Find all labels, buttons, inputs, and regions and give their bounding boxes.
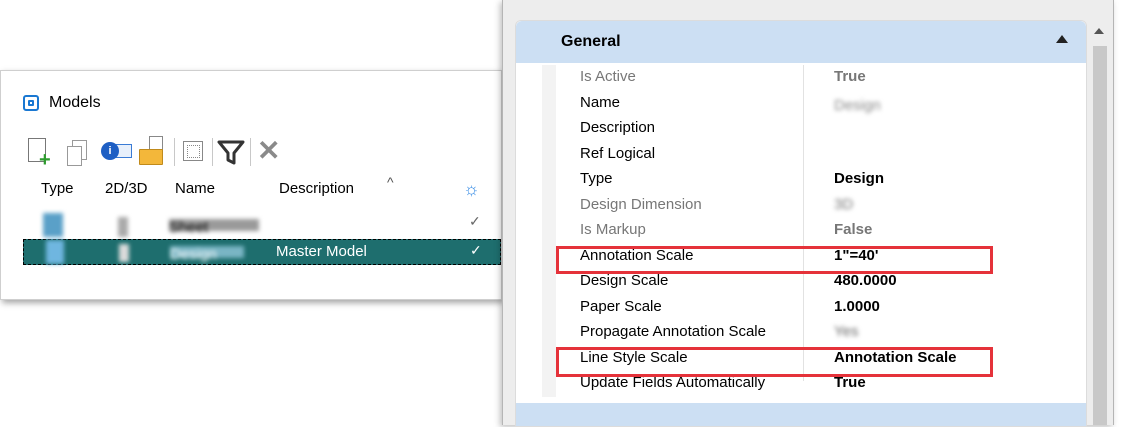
property-row-name[interactable]: Name Design bbox=[542, 90, 1086, 117]
dimension-icon bbox=[119, 244, 129, 262]
model-name: Design bbox=[170, 246, 244, 263]
import-model-button[interactable] bbox=[137, 134, 175, 168]
delete-icon: ✕ bbox=[257, 135, 281, 166]
sheet-type-icon bbox=[43, 213, 63, 237]
scroll-thumb[interactable] bbox=[1093, 46, 1107, 425]
model-row-selected[interactable]: Design Master Model ✓ bbox=[23, 239, 501, 265]
design-type-icon bbox=[46, 240, 64, 264]
property-row-type[interactable]: Type Design bbox=[542, 167, 1086, 193]
folder-icon bbox=[139, 149, 163, 165]
models-dialog: Models + i ✕ Type 2D/3D Name Description… bbox=[0, 70, 502, 300]
copy-model-button[interactable] bbox=[61, 134, 97, 168]
model-description: Master Model bbox=[276, 243, 367, 260]
scroll-up-icon[interactable] bbox=[1094, 28, 1104, 34]
property-row-description[interactable]: Description bbox=[542, 116, 1086, 142]
active-column-icon[interactable]: ☼ bbox=[463, 179, 480, 200]
info-icon: i bbox=[101, 142, 119, 160]
column-2d3d[interactable]: 2D/3D bbox=[105, 180, 148, 197]
vertical-scrollbar[interactable] bbox=[1089, 20, 1111, 425]
new-model-button[interactable]: + bbox=[23, 134, 59, 171]
models-window-icon bbox=[23, 95, 39, 111]
dimension-icon bbox=[118, 217, 128, 237]
property-row-ref-logical[interactable]: Ref Logical bbox=[542, 141, 1086, 168]
model-properties-button[interactable]: i bbox=[99, 134, 135, 168]
property-row-is-markup[interactable]: Is Markup False bbox=[542, 218, 1086, 244]
plus-icon: + bbox=[39, 149, 51, 171]
filter-button[interactable] bbox=[213, 134, 251, 168]
models-toolbar: + i ✕ bbox=[23, 133, 289, 171]
model-row[interactable]: Sheet ✓ bbox=[23, 211, 501, 239]
filter-icon bbox=[217, 140, 245, 165]
property-row-paper-scale[interactable]: Paper Scale 1.0000 bbox=[542, 294, 1086, 321]
column-type[interactable]: Type bbox=[41, 180, 74, 197]
collapse-icon[interactable] bbox=[1056, 35, 1068, 43]
property-row-propagate-annotation-scale[interactable]: Propagate Annotation Scale Yes bbox=[542, 320, 1086, 346]
models-title: Models bbox=[49, 94, 101, 111]
sort-ascending-icon: ^ bbox=[387, 174, 394, 190]
models-title-bar: Models bbox=[23, 91, 101, 115]
select-model-button[interactable] bbox=[175, 134, 213, 168]
active-check-icon: ✓ bbox=[470, 242, 482, 258]
active-check-icon: ✓ bbox=[469, 213, 481, 229]
model-name: Sheet bbox=[169, 219, 259, 236]
property-row-is-active[interactable]: Is Active True bbox=[542, 65, 1086, 91]
general-title: General bbox=[561, 33, 621, 50]
dotted-selection-icon bbox=[183, 141, 203, 161]
properties-content: General Is Active True Name Design Descr… bbox=[515, 20, 1087, 427]
annotation-scale-highlight bbox=[556, 246, 993, 274]
general-group-header[interactable]: General bbox=[516, 21, 1086, 63]
models-column-headers: Type 2D/3D Name Description ^ ☼ bbox=[23, 174, 501, 202]
column-description[interactable]: Description bbox=[279, 180, 354, 197]
properties-panel: General Is Active True Name Design Descr… bbox=[502, 0, 1114, 427]
delete-model-button[interactable]: ✕ bbox=[251, 134, 287, 168]
property-row-design-dimension[interactable]: Design Dimension 3D bbox=[542, 192, 1086, 219]
column-name[interactable]: Name bbox=[175, 180, 215, 197]
next-group-header[interactable] bbox=[516, 403, 1086, 426]
line-style-scale-highlight bbox=[556, 347, 993, 377]
